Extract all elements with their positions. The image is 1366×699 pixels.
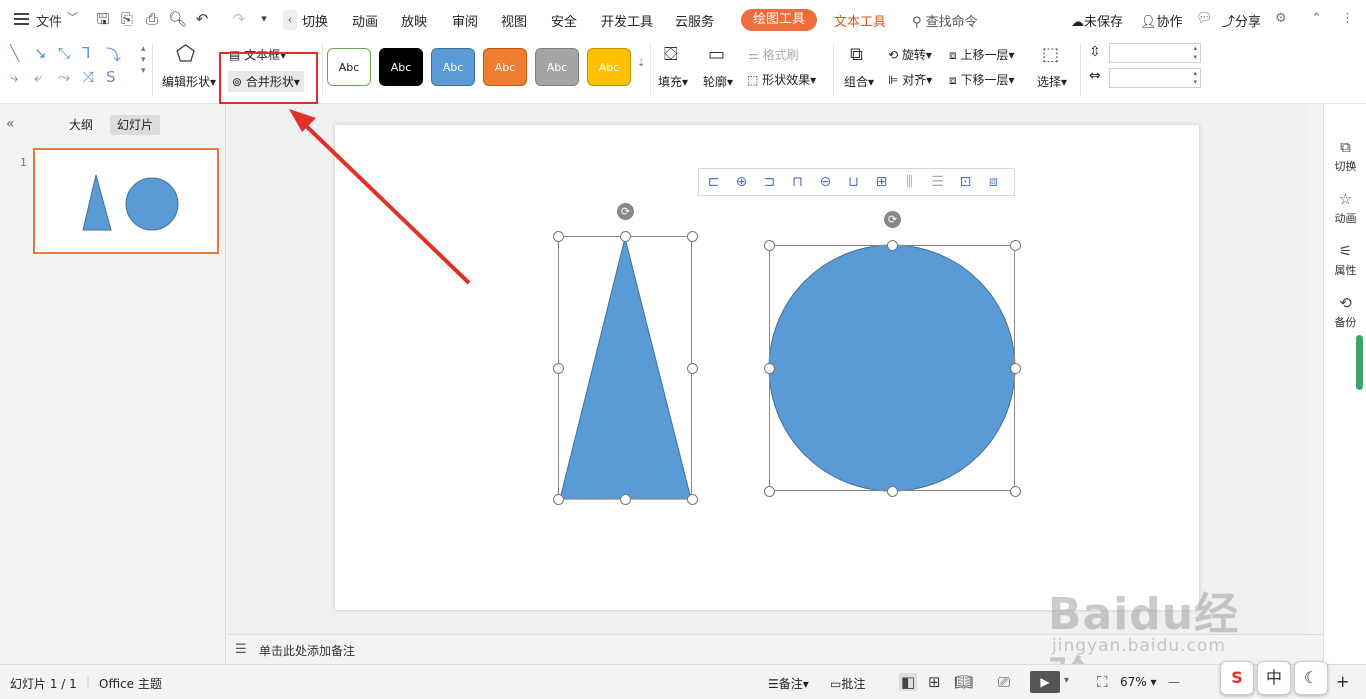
- theme-name[interactable]: Office 主题: [99, 675, 162, 692]
- reading-view-icon[interactable]: 📖︎: [954, 673, 973, 691]
- resize-handle[interactable]: [553, 494, 564, 505]
- resize-handle[interactable]: [1010, 363, 1021, 374]
- resize-handle[interactable]: [1010, 240, 1021, 251]
- resize-handle[interactable]: [764, 363, 775, 374]
- style-preset-3[interactable]: Abc: [431, 48, 475, 86]
- resize-handle[interactable]: [620, 231, 631, 242]
- sidebar-item-label: 属性: [1334, 264, 1357, 277]
- sidebar-scroll-thumb[interactable]: [1356, 335, 1363, 390]
- normal-view-icon[interactable]: ◧: [899, 673, 918, 691]
- resize-handle[interactable]: [620, 494, 631, 505]
- style-preset-6[interactable]: Abc: [587, 48, 631, 86]
- style-preset-4[interactable]: Abc: [483, 48, 527, 86]
- screen-capture-icon[interactable]: ⎚: [998, 673, 1010, 691]
- resize-handle[interactable]: [687, 363, 698, 374]
- watermark-url: jingyan.baidu.com: [1052, 636, 1226, 656]
- sidebar-item-backup[interactable]: ⟲ 备份: [1324, 294, 1366, 330]
- style-preset-2[interactable]: Abc: [379, 48, 423, 86]
- circle-rotate-handle[interactable]: ⟳: [884, 211, 901, 228]
- zoom-out-icon[interactable]: —: [1168, 675, 1180, 689]
- resize-handle[interactable]: [553, 363, 564, 374]
- properties-icon: ⚟: [1338, 242, 1353, 260]
- transition-icon: ⧉: [1340, 138, 1351, 156]
- notes-icon: ☰: [235, 642, 247, 657]
- comment-toggle-button[interactable]: ▭批注: [830, 675, 865, 692]
- status-bar: 幻灯片 1 / 1 | Office 主题 ☰备注▾ ▭批注 ◧ ⊞ 📖︎ ⎚ …: [0, 664, 1366, 699]
- animation-icon: ☆: [1338, 190, 1353, 208]
- notes-toggle-label: 备注: [778, 677, 803, 691]
- notes-toggle-button[interactable]: ☰备注▾: [768, 675, 809, 692]
- sidebar-item-label: 备份: [1334, 316, 1357, 329]
- resize-handle[interactable]: [687, 231, 698, 242]
- fit-window-icon[interactable]: ⛶: [1097, 673, 1108, 691]
- zoom-value: 67%: [1120, 675, 1147, 689]
- resize-handle[interactable]: [1010, 486, 1021, 497]
- circle-selection-box: [769, 245, 1015, 491]
- resize-handle[interactable]: [553, 231, 564, 242]
- sidebar-item-transition[interactable]: ⧉ 切换: [1324, 138, 1366, 174]
- comment-toggle-label: 批注: [841, 677, 866, 691]
- style-preset-5[interactable]: Abc: [535, 48, 579, 86]
- sidebar-item-label: 切换: [1334, 160, 1357, 173]
- sogou-ime-icon[interactable]: S: [1220, 661, 1254, 695]
- notes-toggle-icon: ☰: [768, 677, 779, 691]
- resize-handle[interactable]: [764, 240, 775, 251]
- resize-handle[interactable]: [887, 240, 898, 251]
- baidu-watermark: Baidu经验 jingyan.baidu.com: [1048, 578, 1278, 699]
- slide-sorter-icon[interactable]: ⊞: [928, 673, 941, 691]
- zoom-level[interactable]: 67% ▾: [1120, 675, 1157, 689]
- zoom-in-icon[interactable]: +: [1336, 672, 1349, 691]
- notes-placeholder[interactable]: 单击此处添加备注: [259, 642, 355, 659]
- ime-lang-button[interactable]: 中: [1257, 661, 1291, 695]
- slide-info: 幻灯片 1 / 1: [10, 677, 77, 691]
- triangle-rotate-handle[interactable]: ⟳: [617, 203, 634, 220]
- sidebar-item-animation[interactable]: ☆ 动画: [1324, 190, 1366, 226]
- play-slideshow-button[interactable]: ▶: [1030, 671, 1060, 693]
- style-preset-1[interactable]: Abc: [327, 48, 371, 86]
- play-dropdown-icon[interactable]: ▾: [1064, 675, 1069, 686]
- comment-icon: ▭: [830, 677, 842, 691]
- sidebar-item-label: 动画: [1334, 212, 1357, 225]
- sidebar-item-properties[interactable]: ⚟ 属性: [1324, 242, 1366, 278]
- resize-handle[interactable]: [887, 486, 898, 497]
- night-mode-icon[interactable]: ☾: [1294, 661, 1328, 695]
- resize-handle[interactable]: [764, 486, 775, 497]
- resize-handle[interactable]: [687, 494, 698, 505]
- backup-icon: ⟲: [1339, 294, 1352, 312]
- red-arrow-annotation: [298, 118, 471, 285]
- red-arrow-head: [289, 109, 316, 132]
- triangle-selection-box: [558, 236, 692, 499]
- divider: |: [86, 675, 91, 689]
